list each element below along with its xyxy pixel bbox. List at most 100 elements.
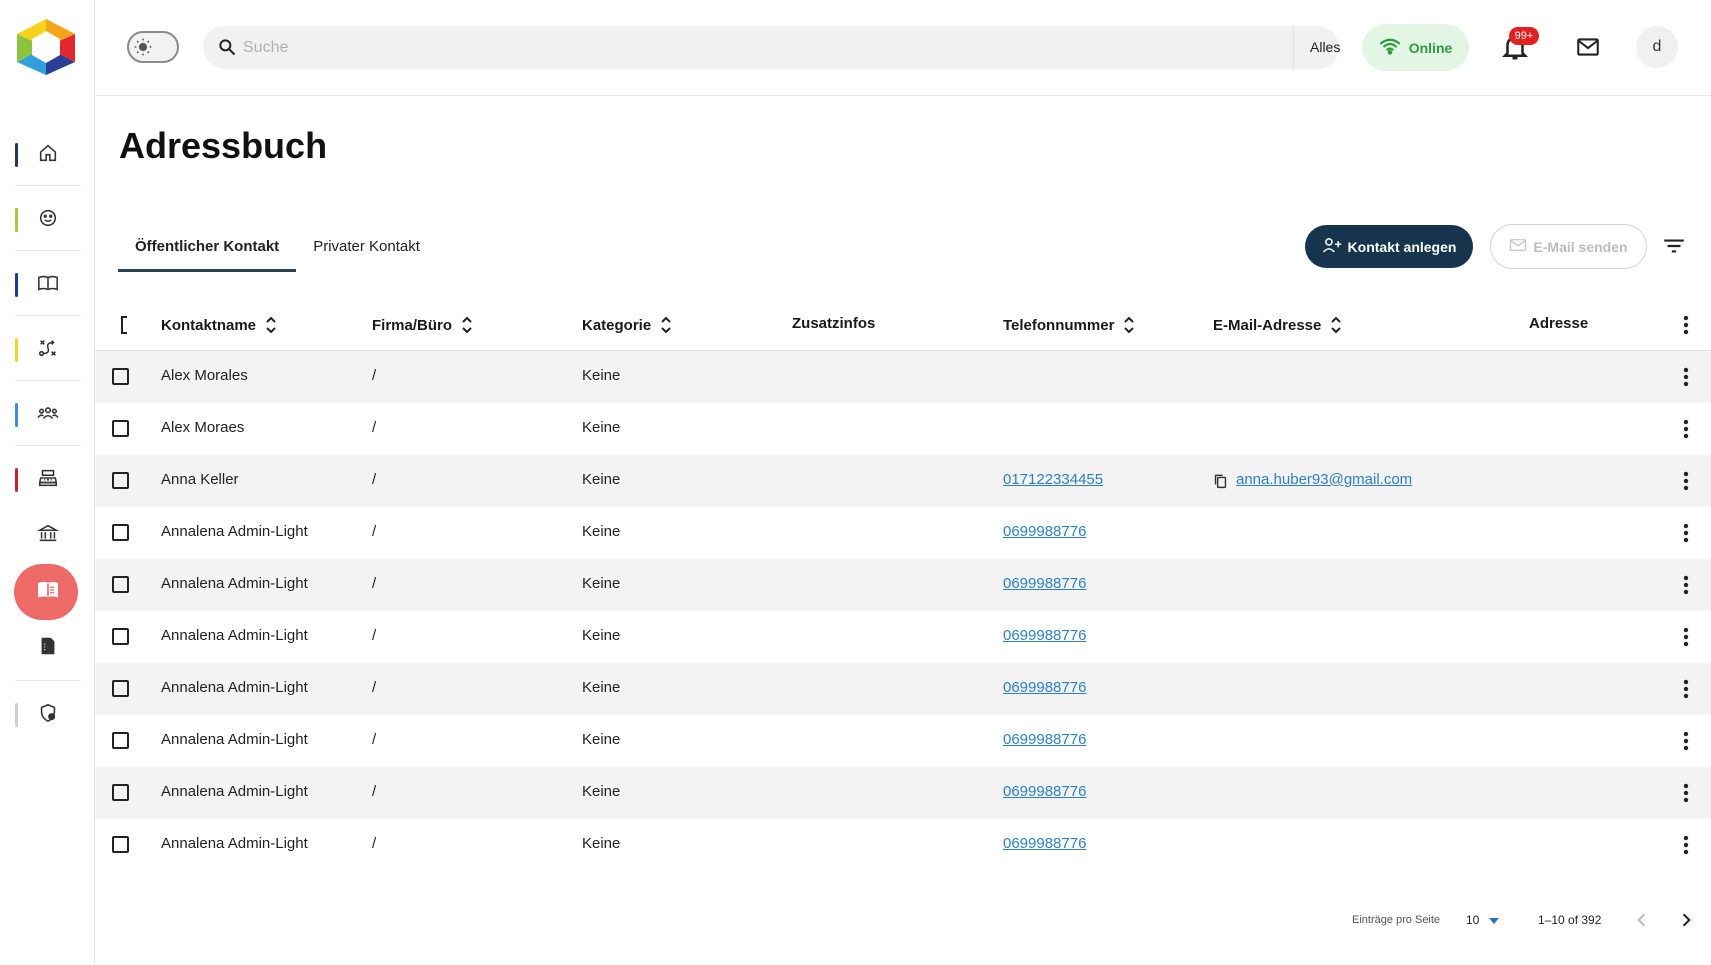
caret-down-icon [1488,916,1500,926]
user-avatar[interactable]: d [1636,26,1678,68]
table-header: Kontaktname Firma/Büro Kategorie Zusatzi… [95,298,1711,351]
company-cell: / [372,627,377,644]
row-menu-icon[interactable] [1676,782,1696,804]
row-checkbox[interactable] [112,576,129,593]
tab-private-contact[interactable]: Privater Kontakt [296,228,437,272]
contact-name-cell: Annalena Admin-Light [161,731,308,748]
contact-name-cell: Alex Morales [161,367,248,384]
row-checkbox[interactable] [112,836,129,853]
sort-icon [661,316,671,334]
table-row[interactable]: Annalena Admin-Light / Keine 0699988776 [95,767,1711,819]
table-row[interactable]: Annalena Admin-Light / Keine 0699988776 [95,507,1711,559]
send-email-label: E-Mail senden [1533,238,1628,255]
sidebar-item-groups[interactable] [0,385,95,445]
row-checkbox[interactable] [112,680,129,697]
row-menu-icon[interactable] [1676,470,1696,492]
company-cell: / [372,471,377,488]
sort-icon [462,316,472,334]
table-row[interactable]: Annalena Admin-Light / Keine 0699988776 [95,559,1711,611]
column-header-name[interactable]: Kontaktname [161,315,278,335]
column-header-category[interactable]: Kategorie [582,315,673,335]
table-row[interactable]: Annalena Admin-Light / Keine 0699988776 [95,611,1711,663]
row-menu-icon[interactable] [1676,366,1696,388]
phone-link[interactable]: 0699988776 [1003,679,1086,696]
create-contact-button[interactable]: Kontakt anlegen [1305,225,1473,268]
address-book-icon [37,579,59,606]
contact-name-cell: Annalena Admin-Light [161,783,308,800]
messages-button[interactable] [1575,34,1601,60]
company-cell: / [372,523,377,540]
contact-name-cell: Anna Keller [161,471,239,488]
phone-link[interactable]: 0699988776 [1003,731,1086,748]
category-cell: Keine [582,679,621,696]
row-menu-icon[interactable] [1676,626,1696,648]
document-icon [37,635,59,662]
sidebar-item-documents[interactable] [0,618,95,678]
sidebar-item-cash[interactable] [0,450,95,510]
search-input[interactable] [243,34,1073,61]
row-menu-icon[interactable] [1676,418,1696,440]
row-menu-icon[interactable] [1676,730,1696,752]
table-body: Alex Morales / Keine Alex Moraes / Keine Anna … [95,351,1711,871]
online-status[interactable]: Online [1362,24,1469,71]
copy-icon[interactable] [1212,472,1229,490]
row-checkbox[interactable] [112,732,129,749]
row-checkbox[interactable] [112,524,129,541]
theme-toggle[interactable] [127,31,179,63]
global-search: Alles [203,26,1420,69]
phone-link[interactable]: 0699988776 [1003,627,1086,644]
search-scope-value: Alles [1310,39,1341,55]
sidebar-item-mood[interactable] [0,190,95,250]
table-row[interactable]: Annalena Admin-Light / Keine 0699988776 [95,819,1711,871]
sidebar-item-admin[interactable] [0,685,95,745]
table-row[interactable]: Anna Keller / Keine 017122334455 anna.huber9… [95,455,1711,507]
row-checkbox[interactable] [112,784,129,801]
previous-page-button[interactable] [1632,910,1652,930]
filter-icon[interactable] [1661,233,1687,259]
send-email-button[interactable]: E-Mail senden [1490,224,1647,269]
column-header-email[interactable]: E-Mail-Adresse [1213,315,1343,335]
category-cell: Keine [582,419,621,436]
row-checkbox[interactable] [112,420,129,437]
company-cell: / [372,679,377,696]
row-checkbox[interactable] [112,628,129,645]
row-checkbox[interactable] [112,368,129,385]
sidebar-accent [15,468,18,492]
tab-public-contact[interactable]: Öffentlicher Kontakt [118,228,297,272]
column-header-company[interactable]: Firma/Büro [372,315,474,335]
table-row[interactable]: Alex Morales / Keine [95,351,1711,403]
row-menu-icon[interactable] [1676,834,1696,856]
online-status-label: Online [1408,39,1453,56]
next-page-button[interactable] [1676,910,1696,930]
rows-per-page-label: Einträge pro Seite [1352,914,1441,926]
sidebar-item-home[interactable] [0,125,95,185]
column-header-phone[interactable]: Telefonnummer [1003,315,1136,335]
column-header-name-label: Kontaktname [161,316,257,334]
table-row[interactable]: Annalena Admin-Light / Keine 0699988776 [95,663,1711,715]
select-all-checkbox[interactable] [119,315,129,335]
app-logo[interactable] [13,17,79,77]
column-header-address-label: Adresse [1529,315,1589,332]
table-row[interactable]: Annalena Admin-Light / Keine 0699988776 [95,715,1711,767]
company-cell: / [372,783,377,800]
sidebar-item-bank[interactable] [0,505,95,565]
phone-link[interactable]: 0699988776 [1003,523,1086,540]
phone-link[interactable]: 0699988776 [1003,575,1086,592]
phone-link[interactable]: 0699988776 [1003,835,1086,852]
column-menu-icon[interactable] [1676,314,1696,336]
email-link[interactable]: anna.huber93@gmail.com [1236,471,1412,488]
smiley-icon [37,207,59,234]
table-row[interactable]: Alex Moraes / Keine [95,403,1711,455]
row-menu-icon[interactable] [1676,574,1696,596]
rows-per-page-select[interactable]: 10 [1466,913,1479,927]
row-menu-icon[interactable] [1676,678,1696,700]
sidebar-item-routes[interactable] [0,320,95,380]
sort-icon [266,316,276,334]
row-checkbox[interactable] [112,472,129,489]
sidebar-item-addressbook[interactable] [0,562,95,622]
sidebar-item-book[interactable] [0,255,95,315]
add-user-icon [1322,236,1342,257]
row-menu-icon[interactable] [1676,522,1696,544]
phone-link[interactable]: 0699988776 [1003,783,1086,800]
phone-link[interactable]: 017122334455 [1003,471,1103,488]
